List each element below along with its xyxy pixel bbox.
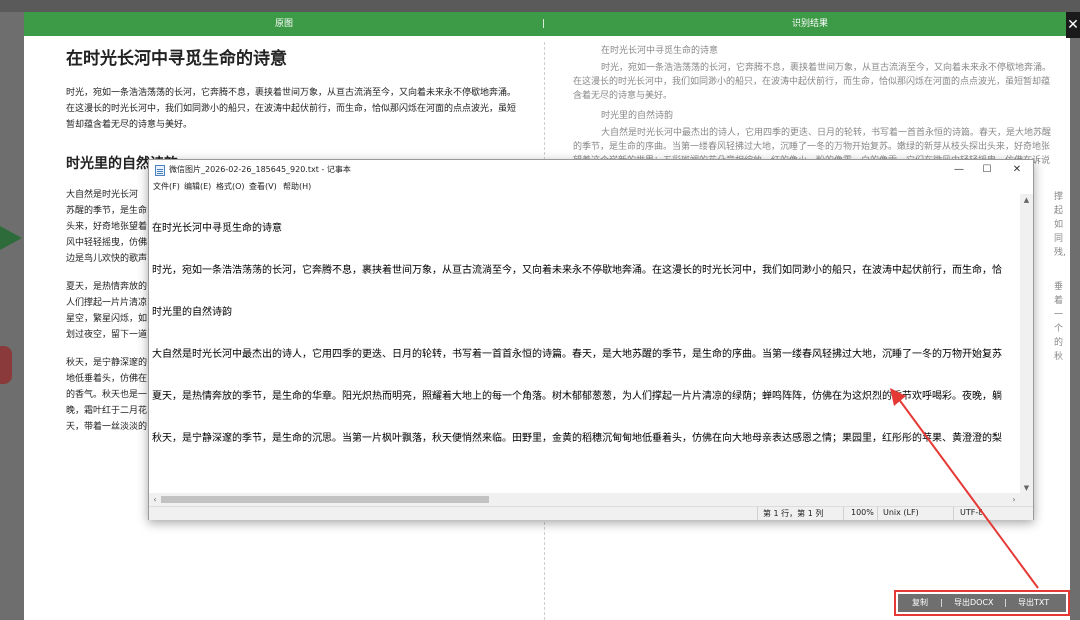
text-line: 夏天，是热情奔放的季节，是生命的华章。阳光炽热而明亮，照耀着大地上的每一个角落。…	[152, 391, 1002, 402]
result-fragment: 撑起	[1054, 192, 1064, 216]
header-result-label: 识别结果	[791, 19, 828, 29]
horizontal-scrollbar[interactable]: ‹ ›	[149, 493, 1020, 506]
result-paragraph: 时光，宛如一条浩浩荡荡的长河，它奔腾不息，裹挟着世间万象，从亘古流淌至今，又向着…	[573, 63, 1052, 101]
horizontal-scroll-thumb[interactable]	[161, 496, 489, 503]
scroll-right-icon[interactable]: ›	[1008, 493, 1020, 506]
text-line: 时光，宛如一条浩浩荡荡的长河，它奔腾不息，裹挟着世间万象，从亘古流淌至今，又向着…	[152, 265, 1002, 276]
close-icon[interactable]: ✕	[1001, 160, 1033, 180]
result-fragments: 撑起 如同 残, 垂着 一个 的秋	[1054, 190, 1070, 364]
menu-edit[interactable]: 编辑(E)	[184, 181, 211, 192]
result-fragment: 残,	[1054, 248, 1066, 258]
original-paragraph: 时光，宛如一条浩浩荡荡的长河，它奔腾不息，裹挟着世间万象，从亘古流淌至今，又向着…	[66, 88, 517, 130]
notepad-icon	[155, 165, 165, 176]
status-line-ending: Unix (LF)	[883, 508, 919, 517]
notepad-menubar: 文件(F) 编辑(E) 格式(O) 查看(V) 帮助(H)	[149, 180, 1033, 194]
notepad-window: 微信图片_2026-02-26_185645_920.txt - 记事本 — ☐…	[148, 159, 1034, 520]
status-divider	[877, 507, 878, 520]
result-fragment: 一个	[1054, 310, 1064, 334]
status-divider	[757, 507, 758, 520]
notepad-text-area[interactable]: 在时光长河中寻觅生命的诗意 时光，宛如一条浩浩荡荡的长河，它奔腾不息，裹挟着世间…	[152, 194, 1024, 620]
menu-file[interactable]: 文件(F)	[153, 181, 180, 192]
close-modal-button[interactable]: ✕	[1066, 12, 1080, 38]
menu-help[interactable]: 帮助(H)	[283, 181, 311, 192]
result-subtitle: 时光里的自然诗韵	[601, 111, 674, 121]
background-strip	[0, 0, 1080, 12]
result-fragment: 垂着	[1054, 282, 1064, 306]
status-zoom: 100%	[851, 508, 874, 517]
result-fragment: 如同	[1054, 220, 1064, 244]
header-original-label: 原图	[274, 19, 293, 29]
text-line: 大自然是时光长河中最杰出的诗人，它用四季的更迭、日月的轮转，书写着一首首永恒的诗…	[152, 349, 1002, 360]
status-cursor-position: 第 1 行，第 1 列	[763, 509, 824, 518]
background-decoration	[0, 346, 12, 384]
menu-format[interactable]: 格式(O)	[216, 181, 245, 192]
scroll-corner	[1020, 493, 1033, 506]
original-title: 在时光长河中寻觅生命的诗意	[66, 49, 287, 69]
text-line: 时光里的自然诗韵	[152, 307, 232, 318]
scroll-left-icon[interactable]: ‹	[149, 493, 161, 506]
vertical-scrollbar[interactable]: ▲ ▼	[1020, 194, 1033, 494]
status-divider	[843, 507, 844, 520]
menu-view[interactable]: 查看(V)	[249, 181, 277, 192]
notepad-title: 微信图片_2026-02-26_185645_920.txt - 记事本	[169, 165, 351, 174]
notepad-titlebar[interactable]: 微信图片_2026-02-26_185645_920.txt - 记事本 — ☐…	[149, 160, 1033, 180]
notepad-statusbar: 第 1 行，第 1 列 100% Unix (LF) UTF-8	[149, 506, 1033, 520]
header-separator: |	[542, 19, 546, 29]
result-title: 在时光长河中寻觅生命的诗意	[601, 46, 719, 56]
text-line: 在时光长河中寻觅生命的诗意	[152, 223, 282, 234]
status-encoding: UTF-8	[960, 508, 982, 517]
maximize-icon[interactable]: ☐	[971, 160, 1003, 180]
status-divider	[953, 507, 954, 520]
result-fragment: 的秋	[1054, 338, 1064, 362]
scroll-up-icon[interactable]: ▲	[1020, 194, 1033, 206]
text-line: 秋天，是宁静深邃的季节，是生命的沉思。当第一片枫叶飘落，秋天便悄然来临。田野里，…	[152, 433, 1002, 444]
modal-header: 原图 | 识别结果	[24, 12, 1070, 36]
background-decoration	[0, 226, 22, 250]
